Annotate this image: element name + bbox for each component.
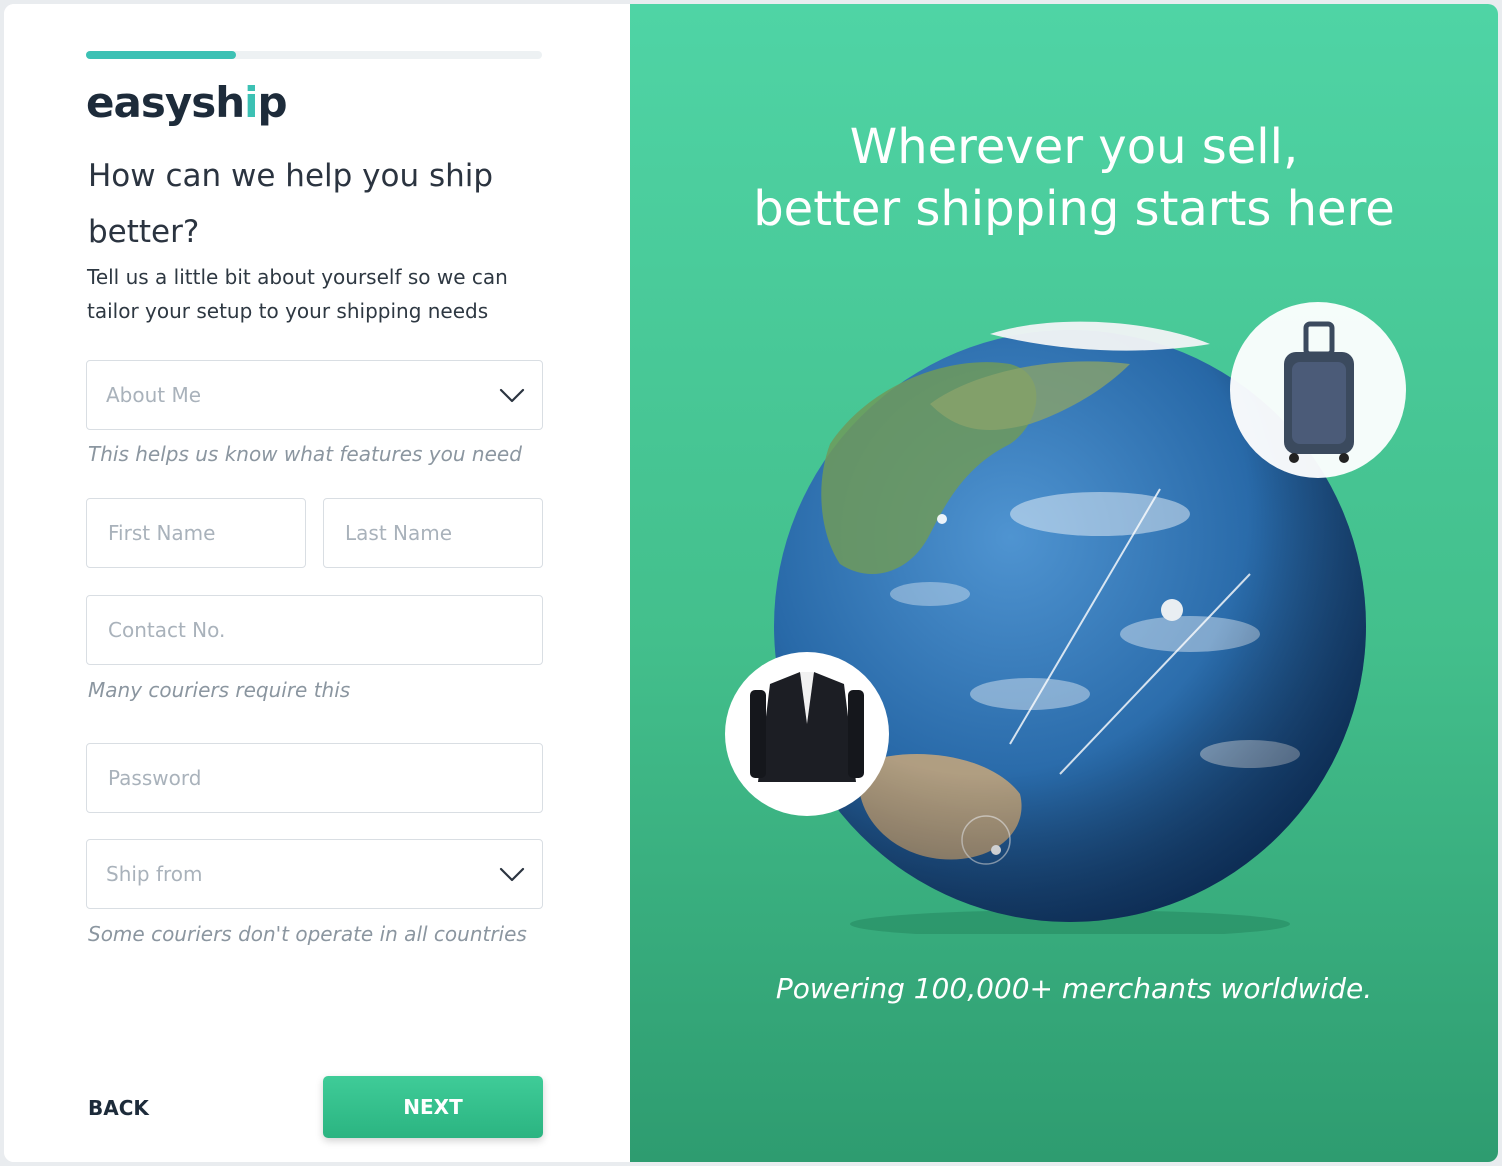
signup-form-panel: easyship How can we help you ship better… <box>4 4 630 1162</box>
about-me-select[interactable]: About Me <box>86 360 543 430</box>
ship-from-placeholder: Ship from <box>106 862 203 886</box>
password-input[interactable] <box>106 765 542 791</box>
ship-from-select[interactable]: Ship from <box>86 839 543 909</box>
contact-field[interactable] <box>86 595 543 665</box>
signup-window: easyship How can we help you ship better… <box>4 4 1498 1162</box>
last-name-field[interactable] <box>323 498 543 568</box>
contact-input[interactable] <box>106 617 542 643</box>
progress-bar <box>86 51 542 59</box>
chevron-down-icon <box>499 388 525 403</box>
about-me-placeholder: About Me <box>106 383 202 407</box>
progress-fill <box>86 51 237 59</box>
password-field[interactable] <box>86 743 543 813</box>
promo-tagline: Wherever you sell, better shipping start… <box>630 116 1498 240</box>
jacket-icon <box>725 652 889 816</box>
tagline-line-2: better shipping starts here <box>753 181 1395 237</box>
page-title: How can we help you ship better? <box>88 158 494 250</box>
about-me-hint: This helps us know what features you nee… <box>88 442 522 466</box>
ship-from-hint: Some couriers don't operate in all count… <box>88 922 527 946</box>
back-button[interactable]: BACK <box>88 1096 149 1120</box>
next-button[interactable]: NEXT <box>323 1076 543 1138</box>
page-subtitle: Tell us a little bit about yourself so w… <box>87 265 508 323</box>
first-name-input[interactable] <box>106 520 305 546</box>
globe-illustration <box>725 302 1406 934</box>
first-name-field[interactable] <box>86 498 306 568</box>
easyship-logo: easyship <box>86 78 288 127</box>
merchant-count-text: Powering 100,000+ merchants worldwide. <box>775 972 1373 1005</box>
promo-panel: Wherever you sell, better shipping start… <box>630 4 1498 1162</box>
suitcase-icon <box>1230 302 1406 478</box>
contact-hint: Many couriers require this <box>88 678 351 702</box>
tagline-line-1: Wherever you sell, <box>849 119 1299 175</box>
chevron-down-icon <box>499 867 525 882</box>
last-name-input[interactable] <box>343 520 542 546</box>
